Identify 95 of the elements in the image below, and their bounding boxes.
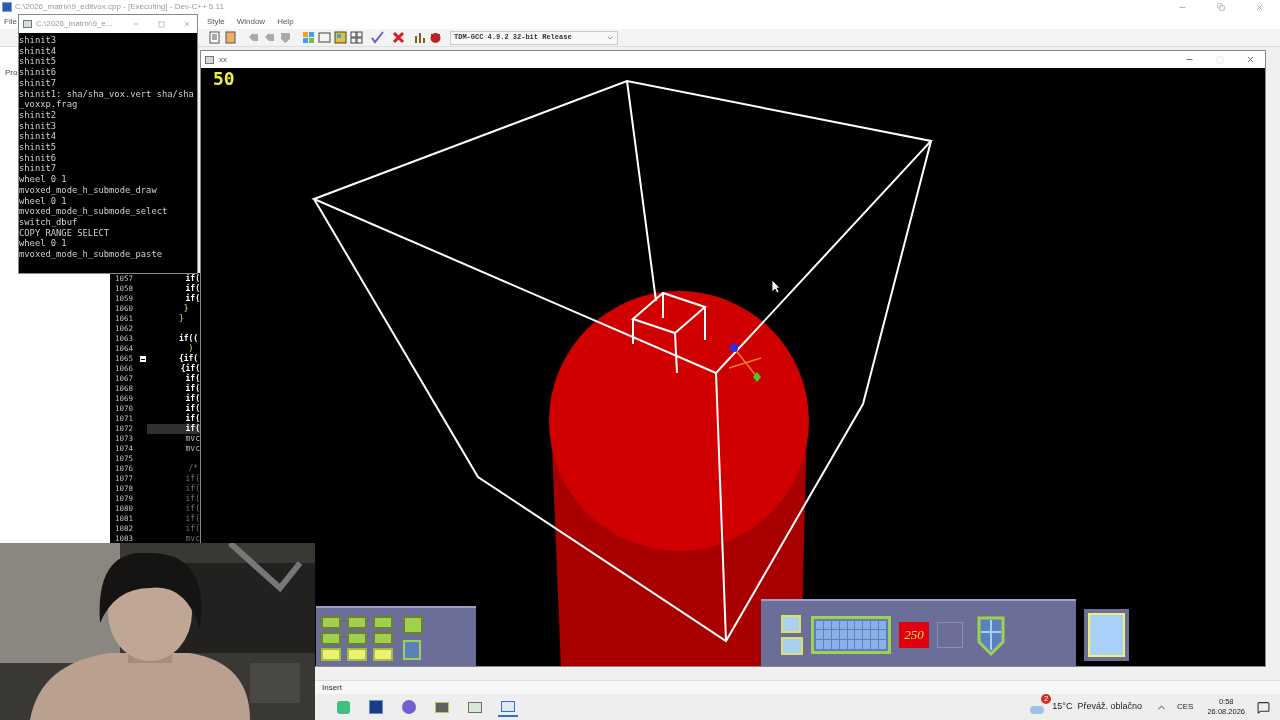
- console-line: shinit6: [19, 152, 57, 164]
- console-line: shinit2: [19, 109, 57, 121]
- notification-badge: 2: [1041, 694, 1052, 704]
- hud-button[interactable]: [373, 615, 393, 629]
- code-line: ): [187, 344, 195, 353]
- temperature-text: 15°C: [1052, 700, 1073, 714]
- window-icon[interactable]: [333, 30, 348, 45]
- console-line: shinit6: [19, 67, 57, 78]
- hud-button[interactable]: [347, 647, 367, 661]
- console-line: _voxxp.frag: [19, 99, 78, 110]
- console-icon: [23, 20, 32, 28]
- code-line: if(: [184, 404, 200, 414]
- fold-marker[interactable]: [140, 356, 146, 362]
- code-line: if((: [177, 334, 200, 344]
- hud-button[interactable]: [373, 631, 393, 645]
- hud-button[interactable]: [403, 640, 421, 660]
- cursor-icon: [771, 279, 781, 294]
- code-line: if(: [184, 504, 200, 514]
- menu-item[interactable]: Style: [206, 15, 225, 28]
- taskbar-app-icon[interactable]: [366, 697, 386, 717]
- code-line: if(: [184, 274, 200, 284]
- code-line: {if(: [180, 364, 200, 374]
- hud-button[interactable]: [403, 616, 423, 634]
- counter-display: 250: [899, 621, 929, 648]
- hud-button[interactable]: [321, 647, 341, 661]
- window-icon[interactable]: [317, 30, 332, 45]
- close-icon[interactable]: [1246, 55, 1255, 64]
- window-title: xx: [219, 53, 227, 66]
- restore-icon[interactable]: [1217, 3, 1225, 11]
- console-line: COPY RANGE SELECT: [19, 227, 110, 239]
- hud-button[interactable]: [347, 631, 367, 645]
- console-line: mvoxed_mode_h_submode_select: [19, 206, 168, 217]
- console-line: mvoxed_mode_h_submode_draw: [19, 184, 157, 196]
- cross-icon[interactable]: [391, 30, 406, 45]
- code-line: /*: [187, 464, 200, 474]
- code-line: mvc: [184, 534, 200, 543]
- maximize-icon: [1216, 55, 1224, 64]
- console-line: shinit7: [19, 77, 57, 89]
- console-line: shinit4: [19, 45, 57, 57]
- console-line: shinit1: sha/sha_vox.vert sha/sha: [19, 88, 194, 100]
- hud-button[interactable]: [321, 631, 341, 645]
- menu-item[interactable]: Help: [277, 15, 294, 28]
- code-line: {if(: [177, 354, 200, 364]
- window-title: C:\2026_matrix\9_e...: [36, 18, 113, 30]
- code-line: if(: [184, 494, 200, 504]
- console-line: shinit5: [19, 56, 57, 68]
- maximize-icon[interactable]: [158, 20, 165, 28]
- notification-icon[interactable]: [1257, 700, 1270, 714]
- close-icon[interactable]: [1255, 2, 1264, 12]
- code-line: if(: [184, 294, 200, 304]
- code-line: }: [183, 304, 190, 314]
- language-indicator[interactable]: CES: [1177, 701, 1194, 713]
- console-line: mvoxed_mode_h_submode_paste: [19, 249, 162, 260]
- console-line: shinit3: [19, 120, 57, 132]
- shield-icon[interactable]: [278, 30, 293, 45]
- code-line: if(: [184, 484, 200, 494]
- check-icon[interactable]: [370, 30, 385, 45]
- document-icon[interactable]: [223, 30, 238, 45]
- code-line: if(: [184, 414, 200, 424]
- console-line: shinit4: [19, 131, 57, 143]
- console-line: shinit7: [19, 163, 57, 175]
- code-line: if(: [184, 514, 200, 524]
- console-line: wheel 0 1: [19, 174, 67, 185]
- close-icon[interactable]: [183, 20, 191, 28]
- weather-text: Převáž. oblačno: [1077, 700, 1142, 714]
- console-line: wheel 0 1: [19, 195, 67, 207]
- code-line: }: [177, 314, 185, 324]
- code-line: if(: [184, 394, 200, 404]
- game-icon: [205, 55, 214, 64]
- code-line: if(: [184, 474, 200, 484]
- console-line: switch_dbuf: [19, 216, 78, 228]
- status-text: Insert: [322, 682, 342, 694]
- side-tab[interactable]: Pro: [5, 67, 18, 79]
- window-title: C:\2026_matrix\9_editvox.cpp - [Executing] - Dev-C++ 5.11: [15, 1, 224, 13]
- console-line: wheel 0 1: [19, 238, 67, 250]
- menu-item[interactable]: File: [4, 15, 17, 28]
- code-line: if(: [184, 284, 200, 294]
- hud-button[interactable]: [373, 647, 393, 661]
- grid-icon[interactable]: [301, 30, 316, 45]
- document-icon[interactable]: [207, 30, 222, 45]
- hud-button[interactable]: [347, 615, 367, 629]
- code-line: mvc: [184, 434, 200, 444]
- menu-item[interactable]: Window: [236, 15, 266, 28]
- fps-counter: 50: [213, 69, 235, 89]
- code-line: mvc: [184, 444, 200, 454]
- app-icon: [2, 2, 12, 12]
- code-line: if(: [184, 524, 200, 534]
- code-line: if(: [185, 374, 200, 384]
- console-line: shinit3: [19, 35, 57, 46]
- code-line: if(: [184, 384, 200, 394]
- grid-icon[interactable]: [349, 30, 364, 45]
- display-frame: [937, 621, 963, 648]
- console-line: shinit5: [19, 142, 57, 153]
- hud-button[interactable]: [321, 615, 341, 629]
- bar-chart-icon[interactable]: [412, 30, 427, 45]
